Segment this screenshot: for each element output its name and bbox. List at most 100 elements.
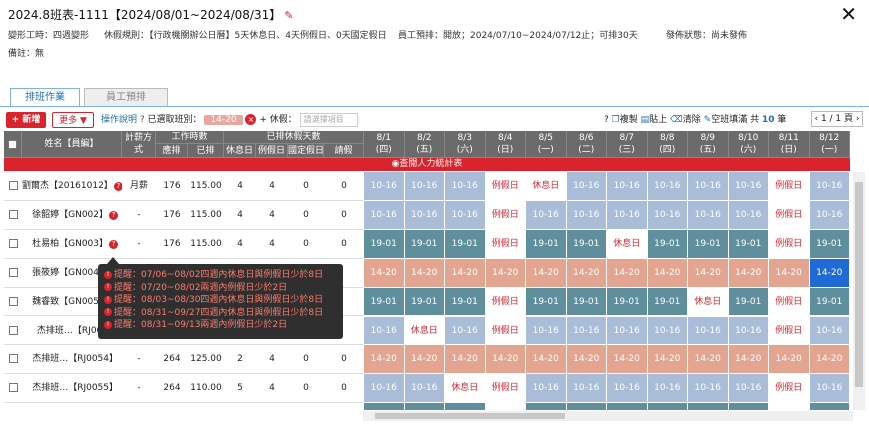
shift-cell[interactable]: 14-20: [404, 258, 445, 288]
shift-cell[interactable]: 19-01: [566, 403, 607, 410]
shift-cell[interactable]: 19-01: [688, 229, 729, 259]
shift-cell[interactable]: 19-01: [364, 287, 405, 317]
horizontal-scroll-thumb[interactable]: [375, 413, 565, 419]
shift-cell[interactable]: 10-16: [566, 172, 607, 201]
row-checkbox[interactable]: [8, 354, 18, 364]
row-checkbox[interactable]: [8, 296, 18, 306]
fill-empty-button[interactable]: ✎空班填滿: [704, 115, 748, 125]
copy-button[interactable]: ❐複製: [612, 115, 638, 125]
shift-cell[interactable]: 19-01: [809, 287, 850, 317]
row-select-cell[interactable]: [4, 403, 22, 410]
more-button[interactable]: 更多 ▼: [52, 112, 94, 128]
shift-cell[interactable]: 14-20: [607, 258, 648, 288]
shift-cell[interactable]: 10-16: [364, 316, 405, 346]
row-select-cell[interactable]: [4, 287, 22, 317]
shift-cell[interactable]: 14-20: [485, 345, 526, 375]
shift-cell[interactable]: 14-20: [688, 345, 729, 375]
shift-cell[interactable]: 10-16: [364, 200, 405, 230]
shift-cell[interactable]: 10-16: [647, 200, 688, 230]
shift-cell[interactable]: 10-16: [404, 200, 445, 230]
shift-cell[interactable]: 14-20: [364, 345, 405, 375]
shift-cell[interactable]: 休息日: [526, 172, 567, 201]
shift-cell[interactable]: 例假日: [769, 287, 810, 317]
shift-cell[interactable]: 14-20: [607, 345, 648, 375]
row-checkbox[interactable]: [8, 181, 18, 190]
shift-cell[interactable]: 10-16: [647, 172, 688, 201]
shift-cell[interactable]: 14-20: [769, 258, 810, 288]
shift-cell[interactable]: 14-20: [728, 345, 769, 375]
help-circle-icon[interactable]: ?: [604, 115, 609, 125]
shift-cell[interactable]: 19-01: [607, 287, 648, 317]
pager-prev-icon[interactable]: ‹: [814, 114, 818, 124]
horizontal-scrollbar[interactable]: [363, 411, 853, 421]
shift-cell[interactable]: 19-01: [526, 229, 567, 259]
shift-cell[interactable]: 10-16: [607, 374, 648, 404]
tab-schedule[interactable]: 排班作業: [10, 88, 80, 106]
shift-cell[interactable]: 例假日: [769, 200, 810, 230]
shift-cell[interactable]: 10-16: [526, 316, 567, 346]
shift-cell[interactable]: 19-01: [728, 229, 769, 259]
shift-cell[interactable]: 10-16: [526, 200, 567, 230]
shift-cell[interactable]: 19-01: [404, 287, 445, 317]
shift-cell[interactable]: 19-01: [647, 229, 688, 259]
shift-cell[interactable]: 14-20: [485, 258, 526, 288]
shift-cell[interactable]: 休息日: [607, 229, 648, 259]
shift-cell[interactable]: 19-01: [607, 403, 648, 410]
row-select-cell[interactable]: [4, 374, 22, 404]
shift-cell[interactable]: 10-16: [688, 316, 729, 346]
shift-cell[interactable]: 19-01: [364, 229, 405, 259]
shift-cell[interactable]: 10-16: [404, 374, 445, 404]
shift-cell[interactable]: 14-20: [526, 345, 567, 375]
shift-cell[interactable]: 14-20: [809, 258, 850, 288]
shift-cell[interactable]: 例假日: [769, 229, 810, 259]
shift-cell[interactable]: 例假日: [769, 403, 810, 410]
shift-cell[interactable]: 14-20: [404, 345, 445, 375]
shift-cell[interactable]: 14-20: [364, 258, 405, 288]
shift-cell[interactable]: 10-16: [445, 172, 486, 201]
shift-cell[interactable]: 14-20: [769, 345, 810, 375]
help-link[interactable]: 操作說明: [101, 115, 137, 125]
employee-name[interactable]: 劉爾杰【20161012】: [22, 181, 113, 191]
shift-cell[interactable]: 10-16: [445, 200, 486, 230]
shift-cell[interactable]: 14-20: [647, 258, 688, 288]
shift-cell[interactable]: 例假日: [485, 287, 526, 317]
shift-cell[interactable]: 例假日: [485, 374, 526, 404]
shift-cell[interactable]: 14-20: [809, 345, 850, 375]
shift-cell[interactable]: 10-16: [566, 374, 607, 404]
paste-button[interactable]: ▤貼上: [641, 115, 668, 125]
vertical-scrollbar[interactable]: [853, 172, 865, 410]
shift-cell[interactable]: 10-16: [364, 172, 405, 201]
shift-cell[interactable]: 14-20: [688, 258, 729, 288]
employee-name[interactable]: 杰排班…【RJ0055】: [32, 383, 118, 393]
shift-cell[interactable]: 10-16: [445, 316, 486, 346]
shift-cell[interactable]: 10-16: [364, 374, 405, 404]
shift-cell[interactable]: 10-16: [728, 374, 769, 404]
shift-cell[interactable]: 10-16: [647, 316, 688, 346]
shift-cell[interactable]: 14-20: [566, 258, 607, 288]
shift-cell[interactable]: 例假日: [485, 200, 526, 230]
employee-name[interactable]: 魏睿致【GN005】: [32, 297, 108, 307]
shift-cell[interactable]: 19-01: [647, 287, 688, 317]
shift-cell[interactable]: 10-16: [688, 200, 729, 230]
row-select-cell[interactable]: [4, 345, 22, 375]
shift-cell[interactable]: 19-01: [445, 229, 486, 259]
shift-cell[interactable]: 14-20: [526, 258, 567, 288]
shift-cell[interactable]: 10-16: [566, 200, 607, 230]
shift-cell[interactable]: 19-01: [364, 403, 405, 410]
shift-cell[interactable]: 10-16: [526, 374, 567, 404]
row-checkbox[interactable]: [8, 383, 18, 393]
shift-cell[interactable]: 19-01: [688, 403, 729, 410]
shift-cell[interactable]: 10-16: [404, 172, 445, 201]
shift-cell[interactable]: 休息日: [404, 316, 445, 346]
employee-name[interactable]: 張筱婷【GN004】: [32, 268, 108, 278]
row-select-cell[interactable]: [4, 316, 22, 346]
shift-cell[interactable]: 19-01: [445, 403, 486, 410]
help-question-icon[interactable]: ?: [140, 115, 145, 125]
shift-cell[interactable]: 10-16: [566, 316, 607, 346]
shift-cell[interactable]: 例假日: [769, 316, 810, 346]
shift-cell[interactable]: 10-16: [688, 172, 729, 201]
vertical-scroll-thumb[interactable]: [855, 182, 863, 387]
shift-cell[interactable]: 19-01: [728, 403, 769, 410]
row-checkbox[interactable]: [8, 325, 18, 335]
shift-cell[interactable]: 休息日: [688, 287, 729, 317]
